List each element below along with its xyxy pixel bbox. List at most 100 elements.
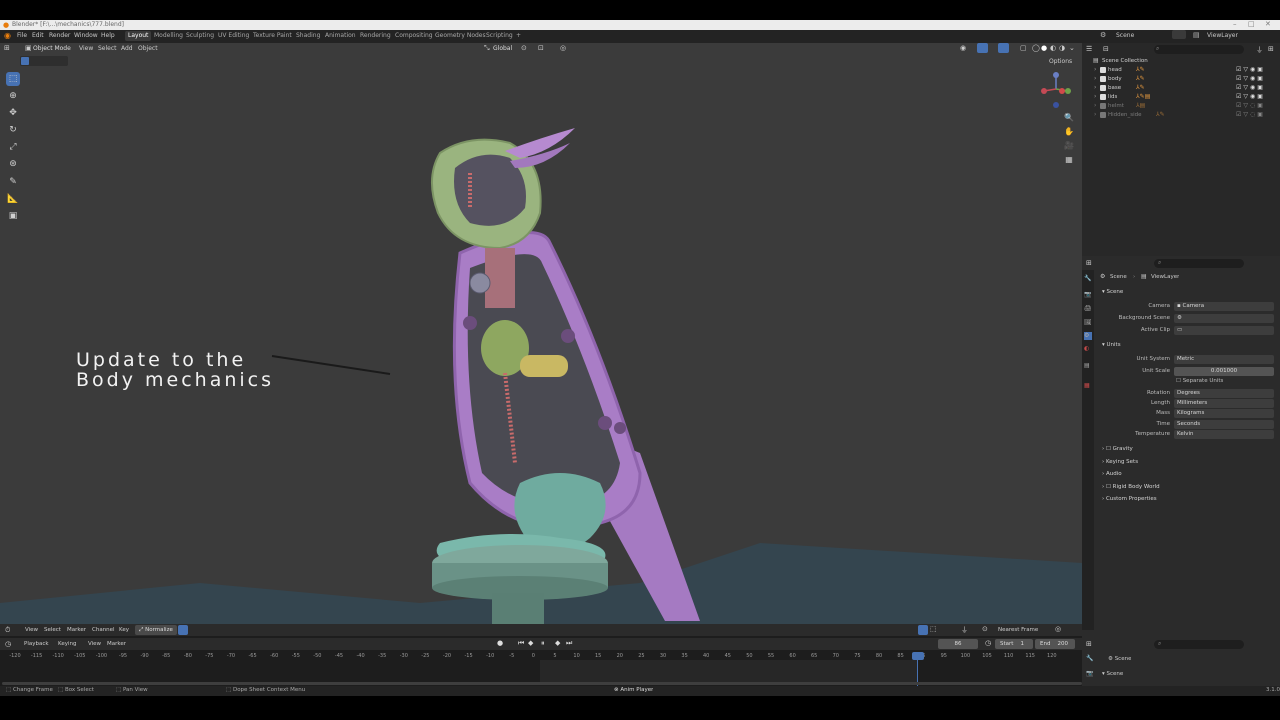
maximize-button[interactable]: □	[1248, 20, 1255, 28]
add-cube-tool-icon[interactable]: ▣	[6, 209, 20, 223]
select-new-icon[interactable]	[21, 57, 29, 65]
normalize-toggle[interactable]: ⤢ Normalize	[135, 625, 177, 635]
expand-arrow-icon[interactable]: ›	[1094, 75, 1096, 82]
expand-arrow-icon[interactable]: ›	[1094, 66, 1096, 73]
custom-properties-panel-header[interactable]: › Custom Properties	[1102, 496, 1157, 502]
properties-editor-icon[interactable]: ⊞	[1086, 640, 1092, 648]
filter-icon[interactable]: ⏚	[1256, 45, 1263, 55]
transform-tool-icon[interactable]: ⊛	[6, 157, 20, 171]
dopesheet-editor-icon[interactable]: ⏱	[5, 626, 10, 635]
start-frame-input[interactable]: Start 1	[995, 639, 1033, 649]
gravity-panel-header[interactable]: › ☐ Gravity	[1102, 446, 1133, 452]
mass-dropdown[interactable]: Kilograms	[1174, 409, 1274, 418]
pan-hand-icon[interactable]: ✋	[1063, 125, 1075, 137]
outliner-item-base[interactable]: › base ⅄✎ ☑▽◉▣	[1094, 84, 1280, 93]
interpolation-dropdown[interactable]: Nearest Frame	[998, 627, 1038, 633]
dopesheet-menu-view[interactable]: View	[25, 627, 38, 633]
current-frame-input[interactable]: 86	[938, 639, 978, 649]
move-tool-icon[interactable]: ✥	[6, 106, 20, 120]
camera-field[interactable]: ▪ Camera	[1174, 302, 1274, 311]
properties-search-input[interactable]	[1154, 259, 1244, 268]
bottom-right-properties[interactable]: ⊞ ⌕ 🔧 📷 ⚙ Scene ▾ Scene	[1082, 638, 1280, 686]
tab-compositing[interactable]: Compositing	[395, 32, 433, 39]
collection-tab-icon[interactable]: ▤	[1084, 362, 1092, 370]
zoom-icon[interactable]: 🔍	[1063, 111, 1075, 123]
playhead-marker[interactable]	[912, 652, 924, 660]
proportional-edit-icon[interactable]: ◎	[560, 44, 566, 52]
outliner-item-helmt[interactable]: › helmt ⅄▤ ☑▽◌▣	[1094, 102, 1280, 111]
shading-options-icon[interactable]: ⌄	[1069, 44, 1075, 52]
blender-menu-icon[interactable]: ◉	[4, 31, 11, 40]
next-keyframe-icon[interactable]: ◆	[555, 639, 560, 647]
world-tab-icon[interactable]: ◐	[1084, 345, 1092, 353]
scene-tab-icon[interactable]: ⚙	[1084, 332, 1092, 340]
view-layer-tab-icon[interactable]: 🖼	[1084, 319, 1092, 327]
pivot-icon[interactable]: ⊙	[521, 44, 527, 52]
search-input[interactable]	[1154, 640, 1244, 649]
show-hidden-icon[interactable]: ⬚	[930, 625, 937, 633]
checkbox-icon[interactable]	[1100, 85, 1106, 91]
tab-texture-paint[interactable]: Texture Paint	[253, 32, 292, 39]
gizmo-toggle-button[interactable]	[977, 43, 988, 53]
visibility-toggle-icons[interactable]: ☑▽◉▣	[1236, 66, 1265, 73]
time-dropdown[interactable]: Seconds	[1174, 420, 1274, 429]
scene-selector[interactable]: Scene	[1116, 32, 1134, 39]
navigation-gizmo[interactable]	[1038, 69, 1074, 111]
checkbox-icon[interactable]	[1100, 112, 1106, 118]
menu-render[interactable]: Render	[49, 32, 70, 39]
tab-uv-editing[interactable]: UV Editing	[218, 32, 249, 39]
visibility-icon[interactable]: ◉	[960, 44, 966, 52]
visibility-toggle-icons[interactable]: ☑▽◉▣	[1236, 75, 1265, 82]
scene-collection-row[interactable]: ▤ Scene Collection	[1092, 57, 1280, 66]
select-box-tool-icon[interactable]: ⬚	[6, 72, 20, 86]
dopesheet-menu-marker[interactable]: Marker	[67, 627, 86, 633]
unit-scale-input[interactable]: 0.001000	[1174, 367, 1274, 376]
clock-icon[interactable]: ◷	[985, 639, 991, 647]
tab-geometry-nodes[interactable]: Geometry Nodes	[435, 32, 486, 39]
scene-panel-header[interactable]: ▾ Scene	[1102, 671, 1123, 677]
menu-help[interactable]: Help	[101, 32, 115, 39]
rotation-dropdown[interactable]: Degrees	[1174, 389, 1274, 398]
timeline-menu-marker[interactable]: Marker	[107, 641, 126, 647]
xray-icon[interactable]: ▢	[1020, 44, 1027, 52]
material-shading-icon[interactable]: ◐	[1050, 44, 1056, 52]
filter-icon[interactable]: ⏚	[961, 625, 968, 635]
options-dropdown[interactable]: Options	[1049, 58, 1072, 65]
annotate-tool-icon[interactable]: ✎	[6, 175, 20, 189]
tab-shading[interactable]: Shading	[296, 32, 320, 39]
unit-system-dropdown[interactable]: Metric	[1174, 355, 1274, 364]
snap-icon[interactable]: ⊡	[538, 44, 544, 52]
new-scene-button[interactable]	[1172, 30, 1186, 39]
jump-end-icon[interactable]: ⏭	[566, 639, 572, 648]
outliner-editor-icon[interactable]: ☰	[1086, 45, 1092, 53]
viewport-menu-add[interactable]: Add	[121, 45, 133, 52]
tab-layout[interactable]: Layout	[125, 31, 152, 41]
viewport-menu-view[interactable]: View	[79, 45, 93, 52]
menu-edit[interactable]: Edit	[32, 32, 44, 39]
expand-arrow-icon[interactable]: ›	[1094, 102, 1096, 109]
overlay-toggle-button[interactable]	[998, 43, 1009, 53]
proportional-icon[interactable]: ◎	[1055, 625, 1061, 633]
timeline-menu-keying[interactable]: Keying	[58, 641, 76, 647]
checkbox-icon[interactable]	[1100, 67, 1106, 73]
tool-tab-icon[interactable]: 🔧	[1084, 275, 1092, 283]
menu-file[interactable]: File	[17, 32, 27, 39]
rigid-body-world-panel-header[interactable]: › ☐ Rigid Body World	[1102, 484, 1160, 490]
sync-icon[interactable]	[178, 625, 188, 635]
dopesheet-menu-key[interactable]: Key	[119, 627, 129, 633]
display-mode-icon[interactable]: ⊟	[1103, 45, 1109, 53]
units-panel-header[interactable]: ▾ Units	[1102, 342, 1121, 348]
end-frame-input[interactable]: End 200	[1035, 639, 1075, 649]
properties-editor-icon[interactable]: ⊞	[1086, 259, 1092, 267]
active-clip-field[interactable]: ▭	[1174, 326, 1274, 335]
transform-orientation-dropdown[interactable]: Global	[493, 45, 512, 52]
audio-panel-header[interactable]: › Audio	[1102, 471, 1122, 477]
temperature-dropdown[interactable]: Kelvin	[1174, 430, 1274, 439]
outliner-search-input[interactable]	[1154, 45, 1244, 54]
separate-units-checkbox[interactable]: ☐ Separate Units	[1176, 378, 1223, 384]
visibility-toggle-icons[interactable]: ☑▽◌▣	[1236, 102, 1265, 109]
keying-sets-panel-header[interactable]: › Keying Sets	[1102, 459, 1138, 465]
snap-icon[interactable]: ⊙	[982, 625, 988, 633]
outliner-item-lids[interactable]: › lids ⅄✎▤ ☑▽◉▣	[1094, 93, 1280, 102]
measure-tool-icon[interactable]: 📐	[6, 192, 20, 206]
